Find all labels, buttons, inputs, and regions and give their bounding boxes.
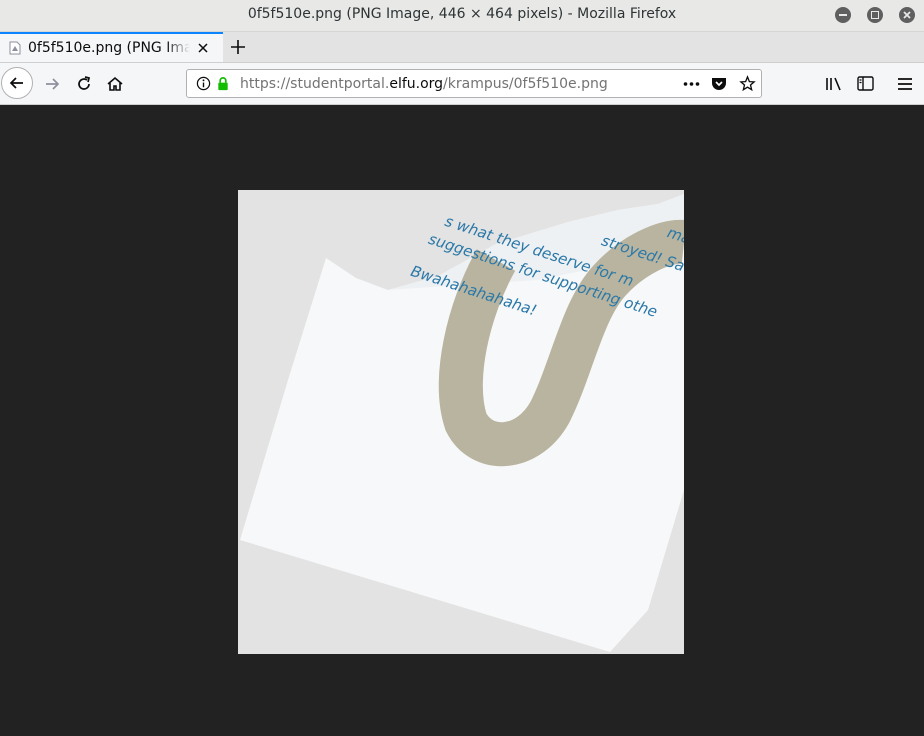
url-domain: elfu.org (389, 76, 444, 92)
more-icon[interactable] (683, 81, 700, 87)
tab-strip: 0f5f510e.png (PNG Image, 446 × 464 pixel… (0, 32, 924, 63)
home-button[interactable] (105, 74, 125, 94)
close-icon (903, 11, 911, 19)
library-icon[interactable] (825, 76, 843, 92)
torn-note-image: make stroyed! Sa s what they deserve for… (238, 190, 684, 654)
pocket-icon[interactable] (711, 76, 727, 91)
sidebar-icon[interactable] (857, 76, 874, 91)
maximize-icon (871, 11, 879, 19)
back-arrow-icon (9, 77, 23, 89)
reload-button[interactable] (74, 74, 94, 94)
close-window-button[interactable] (899, 7, 915, 23)
url-prefix: https://studentportal. (240, 76, 390, 92)
reload-icon (78, 76, 91, 90)
address-bar[interactable]: https://studentportal.elfu.org/krampus/0… (186, 69, 762, 98)
tab-image[interactable]: 0f5f510e.png (PNG Image, 446 × 464 pixel… (0, 32, 223, 62)
info-icon[interactable] (196, 76, 211, 91)
navigation-toolbar: https://studentportal.elfu.org/krampus/0… (0, 63, 924, 105)
forward-arrow-icon (46, 78, 60, 90)
minimize-button[interactable] (835, 7, 851, 23)
url-text[interactable]: https://studentportal.elfu.org/krampus/0… (240, 76, 608, 92)
forward-button[interactable] (42, 74, 62, 94)
tab-label: 0f5f510e.png (PNG Image, 446 × 464 pixel… (28, 40, 190, 56)
minimize-icon (839, 14, 847, 16)
maximize-button[interactable] (867, 7, 883, 23)
lock-icon[interactable] (216, 76, 230, 91)
window-titlebar: 0f5f510e.png (PNG Image, 446 × 464 pixel… (0, 0, 924, 32)
back-button[interactable] (1, 67, 33, 99)
star-icon[interactable] (739, 75, 756, 92)
new-tab-plus-icon[interactable] (229, 38, 247, 56)
displayed-image[interactable]: make stroyed! Sa s what they deserve for… (238, 190, 684, 654)
window-title: 0f5f510e.png (PNG Image, 446 × 464 pixel… (247, 6, 677, 22)
url-path: /krampus/0f5f510e.png (443, 76, 608, 92)
hamburger-menu-icon[interactable] (897, 77, 913, 91)
home-icon (107, 76, 123, 91)
image-viewer: make stroyed! Sa s what they deserve for… (0, 105, 924, 736)
tab-close-icon[interactable] (196, 41, 210, 55)
image-file-icon (9, 41, 21, 55)
